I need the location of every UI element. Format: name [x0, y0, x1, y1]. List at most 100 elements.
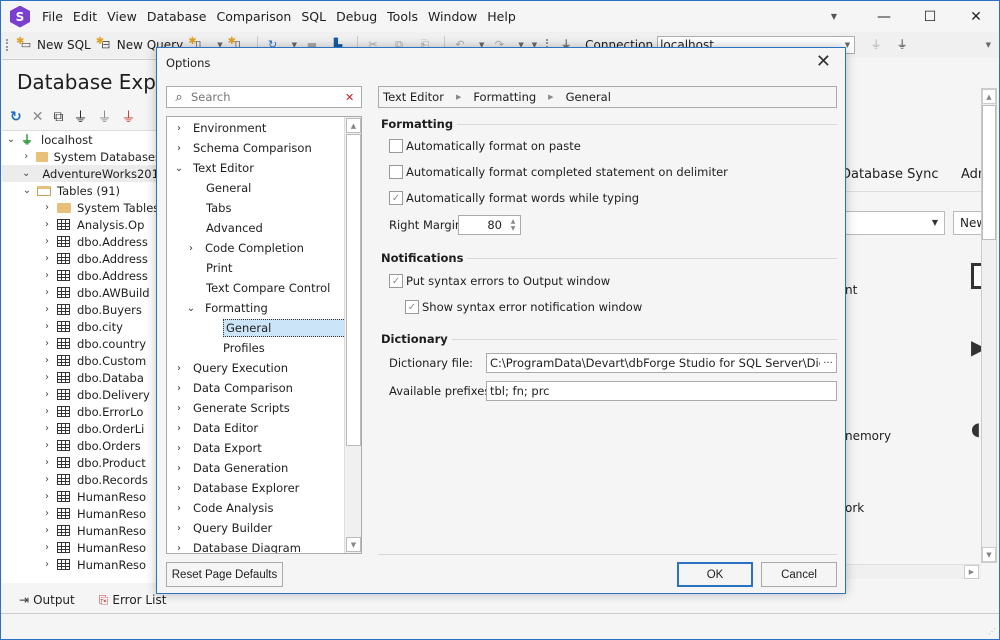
- minimize-button[interactable]: —: [861, 1, 907, 32]
- chevron-right-icon[interactable]: ›: [173, 523, 185, 534]
- tree-node[interactable]: › dbo.AWBuild: [2, 284, 161, 301]
- resize-grip-icon[interactable]: ⋰: [988, 627, 996, 636]
- chevron-down-icon[interactable]: ⌄: [173, 163, 185, 174]
- tree-node[interactable]: › HumanReso: [2, 539, 161, 556]
- nav-item[interactable]: Print: [206, 259, 232, 277]
- tree-node[interactable]: › dbo.Delivery: [2, 386, 161, 403]
- nav-item[interactable]: › Code Completion: [179, 239, 304, 257]
- maximize-button[interactable]: ☐: [907, 1, 953, 32]
- chevron-right-icon[interactable]: ›: [42, 542, 52, 553]
- menu-sql[interactable]: SQL: [296, 9, 331, 24]
- chevron-right-icon[interactable]: ›: [173, 363, 185, 374]
- close-window-button[interactable]: ✕: [953, 1, 999, 32]
- tree-node[interactable]: › HumanReso: [2, 556, 161, 573]
- error-list-tab[interactable]: ⎘ Error List: [99, 593, 167, 608]
- chevron-right-icon[interactable]: ›: [42, 236, 52, 247]
- checkbox-box[interactable]: ✓: [405, 300, 419, 314]
- tree-node[interactable]: ⌄ AdventureWorks2019: [2, 165, 161, 182]
- menu-database[interactable]: Database: [142, 9, 212, 24]
- chevron-right-icon[interactable]: ›: [42, 389, 52, 400]
- breadcrumb-item[interactable]: Formatting: [473, 90, 536, 104]
- chevron-right-icon[interactable]: ›: [173, 543, 185, 554]
- chevron-right-icon[interactable]: ›: [173, 483, 185, 494]
- vertical-scrollbar[interactable]: ▲ ▼: [981, 88, 997, 563]
- nav-item[interactable]: › Data Comparison: [167, 379, 293, 397]
- new-sql-button[interactable]: ✱ ▭ New SQL: [15, 34, 95, 56]
- checkbox-box[interactable]: [389, 139, 403, 153]
- tree-node[interactable]: ⌄ Tables (91): [2, 182, 161, 199]
- tree-node[interactable]: › dbo.Orders: [2, 437, 161, 454]
- scroll-up-icon[interactable]: ▲: [346, 118, 361, 133]
- scroll-down-icon[interactable]: ▼: [346, 537, 361, 552]
- nav-item[interactable]: Profiles: [223, 339, 265, 357]
- menu-edit[interactable]: Edit: [68, 9, 102, 24]
- browse-button[interactable]: ···: [820, 358, 836, 369]
- nav-item[interactable]: › Query Builder: [167, 519, 272, 537]
- tree-node[interactable]: › dbo.Custom: [2, 352, 161, 369]
- dictionary-file-field[interactable]: C:\ProgramData\Devart\dbForge Studio for…: [486, 353, 837, 373]
- chevron-right-icon[interactable]: ›: [42, 423, 52, 434]
- ok-button[interactable]: OK: [677, 562, 753, 587]
- dictionary-file-value[interactable]: C:\ProgramData\Devart\dbForge Studio for…: [490, 356, 820, 370]
- scroll-right-icon[interactable]: ▶: [964, 565, 979, 579]
- collapse-all-icon[interactable]: ⧉: [53, 109, 63, 125]
- chevron-right-icon[interactable]: ›: [42, 202, 52, 213]
- tree-node[interactable]: › dbo.Buyers: [2, 301, 161, 318]
- syntax-to-output-checkbox[interactable]: ✓ Put syntax errors to Output window: [389, 274, 610, 288]
- nav-item[interactable]: › Data Editor: [167, 419, 258, 437]
- close-icon[interactable]: ✕: [816, 53, 831, 71]
- right-margin-value[interactable]: 80: [459, 218, 508, 232]
- nav-item[interactable]: Tabs: [206, 199, 231, 217]
- menu-debug[interactable]: Debug: [331, 9, 382, 24]
- chevron-right-icon[interactable]: ›: [42, 559, 52, 570]
- chevron-right-icon[interactable]: ›: [42, 304, 52, 315]
- tree-node[interactable]: › dbo.Databa: [2, 369, 161, 386]
- scroll-thumb[interactable]: [346, 134, 361, 446]
- tree-node[interactable]: › dbo.OrderLi: [2, 420, 161, 437]
- nav-item[interactable]: Text Compare Control: [206, 279, 330, 297]
- scroll-down-icon[interactable]: ▼: [982, 547, 996, 562]
- refresh-icon[interactable]: ↻: [10, 109, 22, 125]
- chevron-right-icon[interactable]: ›: [42, 406, 52, 417]
- chevron-right-icon[interactable]: ›: [173, 443, 185, 454]
- menu-comparison[interactable]: Comparison: [211, 9, 296, 24]
- new-connection-icon[interactable]: ⏚: [73, 107, 87, 127]
- menu-file[interactable]: File: [40, 9, 68, 24]
- nav-item[interactable]: › Database Diagram: [167, 539, 301, 554]
- nav-item[interactable]: ⌄ Formatting: [179, 299, 268, 317]
- nav-item[interactable]: General: [206, 179, 251, 197]
- tree-node[interactable]: › dbo.Address: [2, 233, 161, 250]
- chevron-right-icon[interactable]: ›: [173, 123, 185, 134]
- nav-item[interactable]: › Schema Comparison: [167, 139, 312, 157]
- tree-node[interactable]: › dbo.city: [2, 318, 161, 335]
- clear-search-icon[interactable]: ✕: [345, 91, 359, 104]
- delete-icon[interactable]: ✕: [32, 109, 44, 125]
- search-input[interactable]: [189, 90, 345, 104]
- tree-node[interactable]: › Analysis.Op: [2, 216, 161, 233]
- scroll-thumb[interactable]: [982, 105, 996, 240]
- chevron-right-icon[interactable]: ›: [173, 503, 185, 514]
- scroll-up-icon[interactable]: ▲: [982, 89, 996, 104]
- tree-node[interactable]: › HumanReso: [2, 505, 161, 522]
- toolbar-overflow-icon[interactable]: ▼: [986, 41, 991, 49]
- chevron-right-icon[interactable]: ›: [42, 491, 52, 502]
- tree-node[interactable]: › System Tables: [2, 199, 161, 216]
- chevron-right-icon[interactable]: ›: [42, 372, 52, 383]
- cancel-button[interactable]: Cancel: [761, 562, 837, 587]
- right-margin-stepper[interactable]: 80 ▲ ▼: [458, 215, 521, 235]
- chevron-right-icon[interactable]: ›: [42, 440, 52, 451]
- chevron-down-icon[interactable]: ⌄: [22, 168, 30, 179]
- background-select[interactable]: ▼: [845, 211, 945, 235]
- chevron-right-icon[interactable]: ›: [173, 143, 185, 154]
- chevron-down-icon[interactable]: ⌄: [6, 134, 16, 145]
- tree-node[interactable]: › HumanReso: [2, 488, 161, 505]
- nav-item[interactable]: › Environment: [167, 119, 266, 137]
- chevron-right-icon[interactable]: ›: [22, 151, 31, 162]
- tree-node[interactable]: › dbo.Address: [2, 267, 161, 284]
- nav-item-selected[interactable]: General: [223, 319, 346, 337]
- nav-item[interactable]: › Code Analysis: [167, 499, 273, 517]
- menu-help[interactable]: Help: [482, 9, 521, 24]
- disconnect-button[interactable]: ⏚: [891, 34, 917, 56]
- checkbox-box[interactable]: ✓: [389, 191, 403, 205]
- available-prefixes-field[interactable]: tbl; fn; prc: [486, 381, 837, 401]
